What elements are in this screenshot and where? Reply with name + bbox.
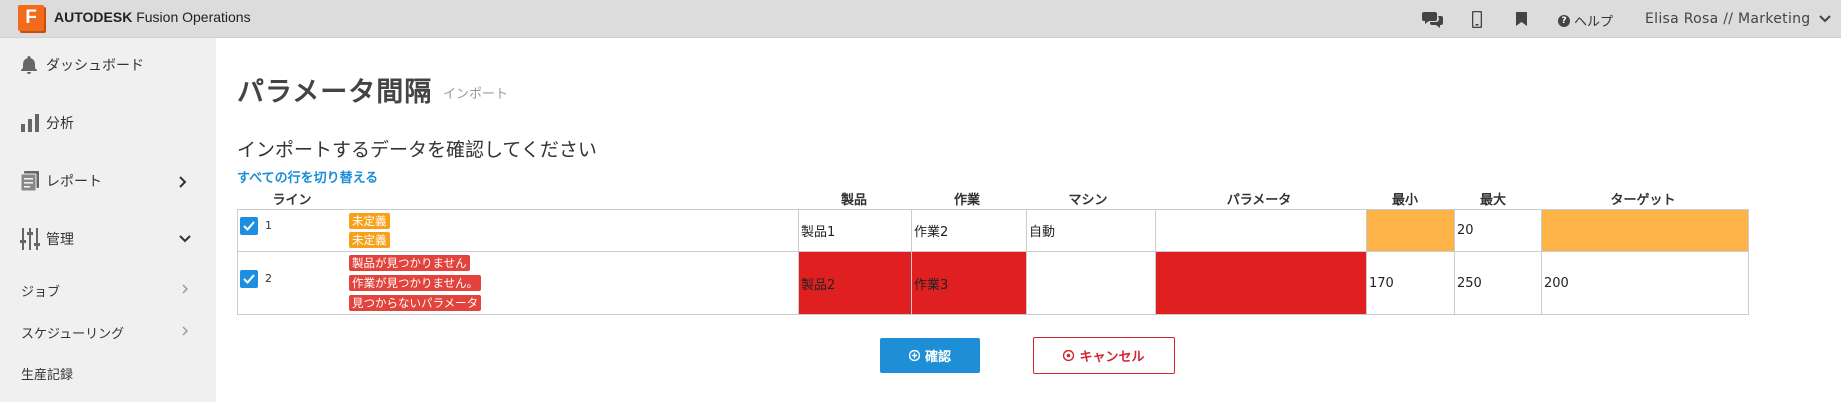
sidebar-item-management[interactable]: 管理 — [0, 228, 216, 250]
chevron-down-icon — [179, 235, 191, 243]
cell-parameter — [1155, 252, 1366, 314]
mobile-icon[interactable] — [1472, 9, 1482, 29]
sidebar-item-analysis[interactable]: 分析 — [0, 113, 216, 133]
chevron-right-icon — [179, 176, 187, 188]
row-line-number: 2 — [265, 272, 272, 285]
confirm-label: 確認 — [924, 350, 951, 365]
cell-product: 製品1 — [798, 210, 911, 251]
cancel-label: キャンセル — [1079, 350, 1145, 365]
column-header-max: 最大 — [1479, 193, 1506, 208]
row-checkbox[interactable] — [240, 217, 258, 235]
report-icon — [20, 171, 40, 191]
confirm-button[interactable]: 確認 — [880, 338, 980, 373]
help-link[interactable]: ? ヘルプ — [1558, 11, 1613, 30]
app-logo[interactable]: F — [18, 5, 44, 31]
page-subtitle: インポート — [443, 87, 509, 102]
bell-icon — [20, 55, 38, 75]
column-header-parameter: パラメータ — [1226, 193, 1292, 208]
cell-machine — [1026, 252, 1155, 314]
table-row: 1 未定義 未定義 製品1 作業2 自動 20 — [237, 209, 1749, 252]
top-bar: F AUTODESK Fusion Operations ? ヘルプ Elisa… — [0, 0, 1841, 38]
row-line-number: 1 — [265, 219, 272, 232]
help-icon: ? — [1558, 14, 1570, 27]
chevron-down-icon — [1818, 15, 1831, 23]
bookmark-icon[interactable] — [1516, 9, 1527, 29]
toggle-all-rows-link[interactable]: すべての行を切り替える — [237, 167, 378, 186]
status-badge: 製品が見つかりません — [349, 255, 470, 271]
sidebar-subitem-production-records[interactable]: 生産記録 — [21, 364, 73, 383]
status-badge: 作業が見つかりません。 — [349, 275, 482, 291]
sidebar-item-reports[interactable]: レポート — [0, 171, 216, 191]
plus-circle-icon — [908, 350, 920, 361]
status-badge: 見つからないパラメータ — [349, 295, 482, 311]
sidebar-item-dashboard[interactable]: ダッシュボード — [0, 55, 216, 75]
bar-chart-icon — [20, 114, 40, 132]
section-title: インポートするデータを確認してください — [237, 139, 597, 161]
table-row: 2 製品が見つかりません 作業が見つかりません。 見つからないパラメータ 製品2… — [237, 251, 1749, 315]
cell-machine: 自動 — [1026, 210, 1155, 251]
check-icon — [243, 221, 255, 231]
cell-operation: 作業3 — [911, 252, 1026, 314]
column-header-target: ターゲット — [1610, 193, 1676, 208]
cell-min: 170 — [1366, 252, 1454, 314]
chat-icon[interactable] — [1422, 9, 1444, 29]
app-brand: AUTODESK Fusion Operations — [54, 9, 251, 25]
sidebar-item-label: ダッシュボード — [46, 58, 144, 74]
cell-operation: 作業2 — [911, 210, 1026, 251]
cell-min — [1366, 210, 1454, 251]
sidebar: ダッシュボード 分析 レポート 管理 ジョブ スケジューリング 生産記録 — [0, 38, 216, 402]
row-checkbox[interactable] — [240, 270, 258, 288]
user-menu[interactable]: Elisa Rosa // Marketing — [1645, 11, 1831, 27]
column-header-machine: マシン — [1068, 193, 1108, 208]
column-header-operation: 作業 — [953, 193, 980, 208]
cell-product: 製品2 — [798, 252, 911, 314]
check-icon — [243, 274, 255, 284]
brand-product: Fusion Operations — [136, 9, 251, 25]
user-label: Elisa Rosa // Marketing — [1645, 11, 1811, 27]
page-title: パラメータ間隔 — [237, 77, 433, 108]
sliders-icon — [20, 228, 40, 250]
status-badge: 未定義 — [349, 232, 390, 248]
cell-target — [1541, 210, 1748, 251]
cancel-circle-icon — [1063, 350, 1075, 361]
column-header-product: 製品 — [840, 193, 867, 208]
sidebar-item-label: 分析 — [46, 116, 74, 132]
cell-parameter — [1155, 210, 1366, 251]
column-header-min: 最小 — [1391, 193, 1418, 208]
column-header-line: ライン — [272, 193, 312, 208]
cell-max: 20 — [1454, 210, 1541, 251]
sidebar-item-label: レポート — [46, 174, 102, 190]
chevron-right-icon — [182, 284, 188, 294]
sidebar-subitem-scheduling[interactable]: スケジューリング — [21, 323, 124, 342]
brand-company: AUTODESK — [54, 9, 133, 25]
cancel-button[interactable]: キャンセル — [1033, 337, 1175, 374]
cell-max: 250 — [1454, 252, 1541, 314]
sidebar-item-label: 管理 — [46, 232, 74, 248]
sidebar-subitem-jobs[interactable]: ジョブ — [21, 281, 60, 300]
status-badge: 未定義 — [349, 213, 390, 229]
chevron-right-icon — [182, 326, 188, 336]
cell-target: 200 — [1541, 252, 1748, 314]
help-label: ヘルプ — [1574, 15, 1614, 30]
